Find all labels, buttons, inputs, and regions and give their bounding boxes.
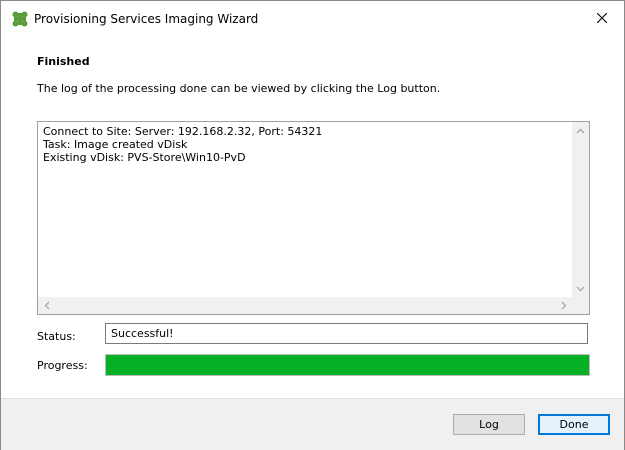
progress-label: Progress: bbox=[37, 359, 88, 372]
scroll-left-icon[interactable] bbox=[38, 297, 55, 314]
status-field[interactable]: Successful! bbox=[105, 323, 588, 344]
log-text: Connect to Site: Server: 192.168.2.32, P… bbox=[43, 125, 563, 295]
log-line: Existing vDisk: PVS-Store\Win10-PvD bbox=[43, 151, 246, 164]
progress-bar bbox=[105, 354, 590, 376]
log-textbox[interactable]: Connect to Site: Server: 192.168.2.32, P… bbox=[37, 121, 590, 315]
page-heading: Finished bbox=[37, 55, 90, 68]
log-button[interactable]: Log bbox=[453, 414, 525, 435]
horizontal-scrollbar[interactable] bbox=[38, 297, 572, 314]
done-button[interactable]: Done bbox=[538, 414, 610, 435]
citrix-logo-icon bbox=[12, 11, 28, 27]
log-line: Task: Image created vDisk bbox=[43, 138, 188, 151]
scroll-up-icon[interactable] bbox=[572, 122, 589, 139]
close-icon bbox=[596, 12, 608, 26]
wizard-window: Provisioning Services Imaging Wizard Fin… bbox=[0, 0, 625, 450]
scroll-corner bbox=[572, 297, 589, 314]
scroll-right-icon[interactable] bbox=[555, 297, 572, 314]
status-label: Status: bbox=[37, 330, 76, 343]
button-bar: Log Done bbox=[1, 398, 624, 450]
close-button[interactable] bbox=[580, 1, 624, 37]
page-description: The log of the processing done can be vi… bbox=[37, 82, 441, 95]
log-line: Connect to Site: Server: 192.168.2.32, P… bbox=[43, 125, 323, 138]
scroll-down-icon[interactable] bbox=[572, 280, 589, 297]
vertical-scrollbar[interactable] bbox=[572, 122, 589, 297]
title-bar[interactable]: Provisioning Services Imaging Wizard bbox=[1, 1, 624, 37]
window-title: Provisioning Services Imaging Wizard bbox=[34, 12, 259, 26]
progress-fill bbox=[106, 355, 589, 375]
